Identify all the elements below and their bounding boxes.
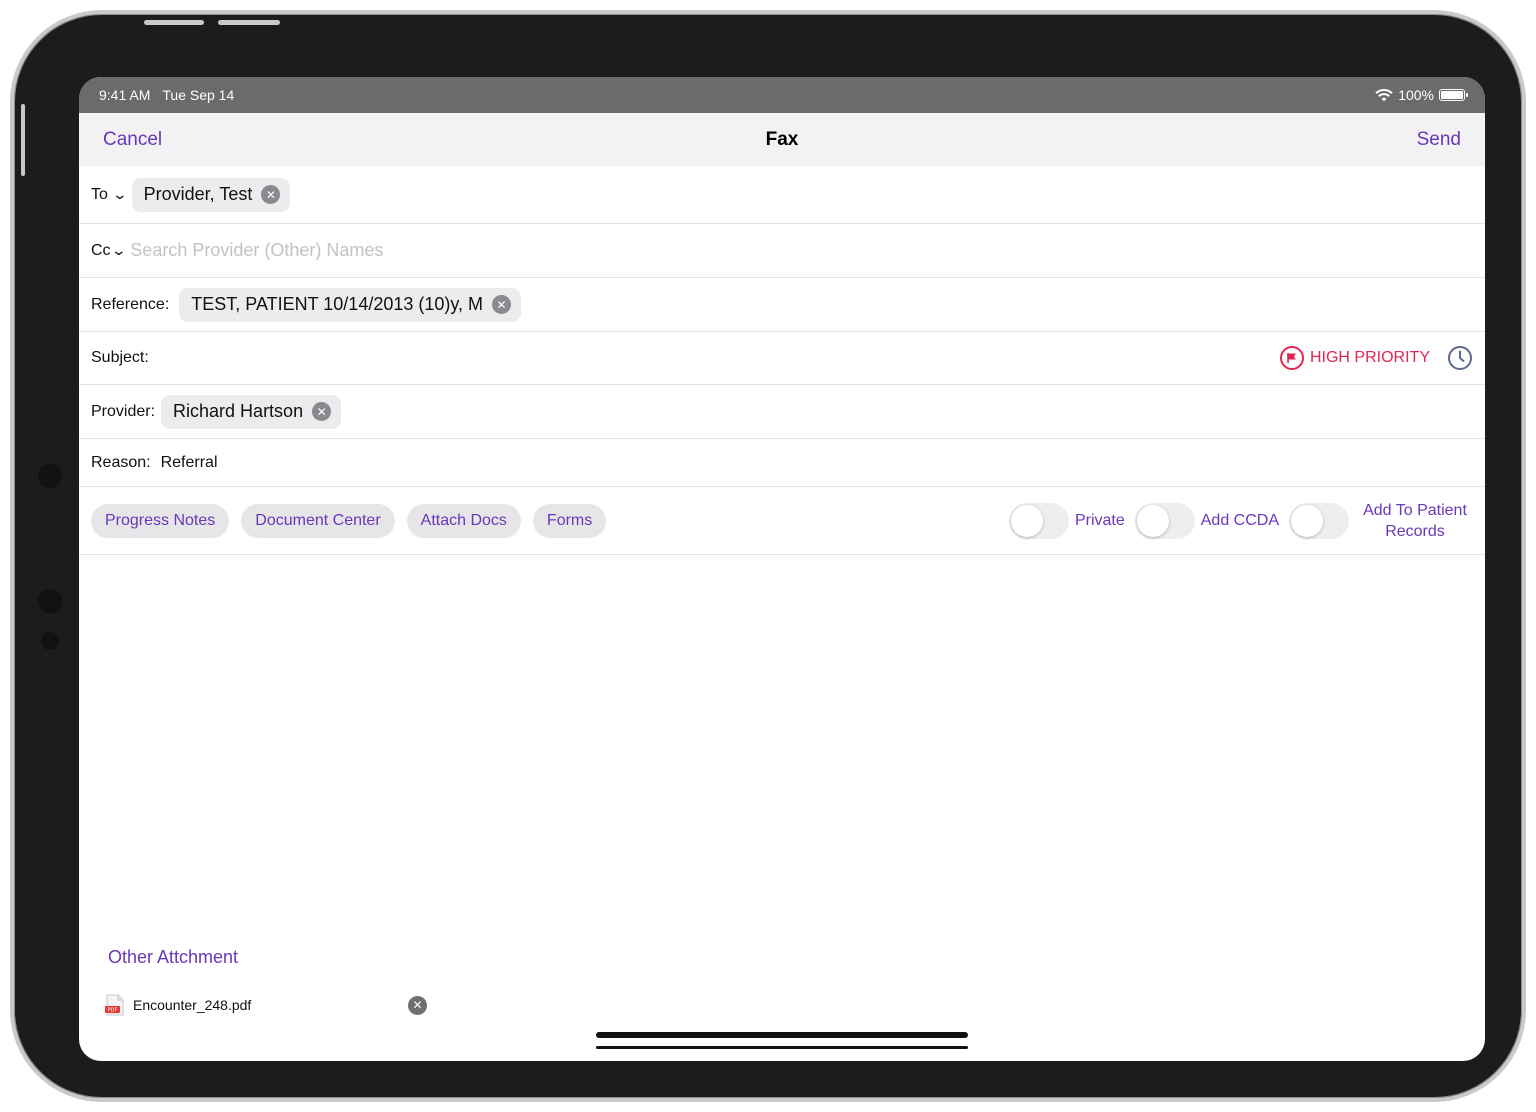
toggle-group: Private Add CCDA Add To Patient Records <box>1008 487 1475 554</box>
remove-attachment-icon[interactable]: ✕ <box>408 995 427 1015</box>
subject-label: Subject: <box>91 349 149 366</box>
battery-icon <box>1439 89 1468 101</box>
add-ccda-toggle[interactable] <box>1134 502 1195 539</box>
attach-docs-button[interactable]: Attach Docs <box>406 503 521 538</box>
nav-bar: Fax Cancel Send <box>79 113 1485 166</box>
side-button <box>21 104 25 176</box>
reference-label: Reference: <box>91 295 170 313</box>
reason-value[interactable]: Referral <box>161 454 218 472</box>
private-toggle[interactable] <box>1008 502 1069 539</box>
to-recipient-chip[interactable]: Provider, Test ✕ <box>131 177 291 212</box>
remove-chip-icon[interactable]: ✕ <box>261 185 281 204</box>
volume-button <box>144 20 204 25</box>
reference-patient: TEST, PATIENT 10/14/2013 (10)y, M <box>191 294 484 314</box>
wifi-icon <box>1375 88 1393 101</box>
forms-button[interactable]: Forms <box>532 503 607 538</box>
home-indicator <box>596 1032 968 1038</box>
add-to-patient-records-toggle[interactable] <box>1289 502 1349 539</box>
progress-notes-button[interactable]: Progress Notes <box>91 503 230 538</box>
cc-row: Cc ⌄ Search Provider (Other) Names <box>79 224 1485 278</box>
actions-row: Progress Notes Document Center Attach Do… <box>79 487 1485 555</box>
to-label: To <box>91 185 108 203</box>
document-center-button[interactable]: Document Center <box>241 503 395 538</box>
attachment-filename: Encounter_248.pdf <box>133 997 252 1013</box>
battery-percent: 100% <box>1398 87 1434 103</box>
provider-chip[interactable]: Richard Hartson ✕ <box>161 394 342 429</box>
home-indicator-line <box>596 1046 968 1049</box>
screen: 9:41 AM Tue Sep 14 100% Fax Cancel Send … <box>79 77 1485 1061</box>
status-bar: 9:41 AM Tue Sep 14 100% <box>79 77 1485 113</box>
cancel-button[interactable]: Cancel <box>103 129 162 151</box>
private-toggle-label: Private <box>1074 511 1125 529</box>
camera-dot <box>41 632 59 650</box>
reference-chip[interactable]: TEST, PATIENT 10/14/2013 (10)y, M ✕ <box>179 287 522 322</box>
subject-row: Subject: HIGH PRIORITY <box>79 332 1485 385</box>
camera-dot <box>38 464 62 488</box>
remove-chip-icon[interactable]: ✕ <box>312 402 332 421</box>
send-button[interactable]: Send <box>1417 129 1461 151</box>
provider-name: Richard Hartson <box>173 401 304 421</box>
remove-chip-icon[interactable]: ✕ <box>492 295 512 314</box>
cc-search-input[interactable]: Search Provider (Other) Names <box>130 240 383 261</box>
status-time: 9:41 AM <box>99 87 151 103</box>
reason-label: Reason: <box>91 453 151 471</box>
camera-dot <box>38 589 62 613</box>
high-priority-button[interactable]: HIGH PRIORITY <box>1279 346 1430 370</box>
flag-icon <box>1279 346 1304 370</box>
clock-icon[interactable] <box>1447 345 1473 371</box>
add-to-patient-records-label: Add To Patient Records <box>1363 501 1467 540</box>
add-ccda-toggle-label: Add CCDA <box>1200 511 1279 529</box>
other-attachment-title: Other Attchment <box>108 947 239 967</box>
pdf-file-icon: PDF <box>105 994 124 1016</box>
high-priority-label: HIGH PRIORITY <box>1309 349 1430 366</box>
page-title: Fax <box>765 128 799 150</box>
chevron-down-icon[interactable]: ⌄ <box>112 186 128 203</box>
status-date: Tue Sep 14 <box>162 87 235 103</box>
to-row: To ⌄ Provider, Test ✕ <box>79 166 1485 224</box>
svg-text:PDF: PDF <box>108 1008 118 1014</box>
power-button <box>218 20 280 25</box>
chevron-down-icon[interactable]: ⌄ <box>110 242 126 259</box>
provider-label: Provider: <box>91 402 156 420</box>
reference-row: Reference: TEST, PATIENT 10/14/2013 (10)… <box>79 278 1485 332</box>
reason-row: Reason: Referral <box>79 439 1485 487</box>
provider-row: Provider: Richard Hartson ✕ <box>79 385 1485 439</box>
cc-label: Cc <box>91 241 111 259</box>
attachment-item[interactable]: PDF Encounter_248.pdf ✕ <box>105 993 427 1017</box>
ipad-frame: 9:41 AM Tue Sep 14 100% Fax Cancel Send … <box>10 10 1526 1102</box>
to-recipient-name: Provider, Test <box>143 184 253 204</box>
